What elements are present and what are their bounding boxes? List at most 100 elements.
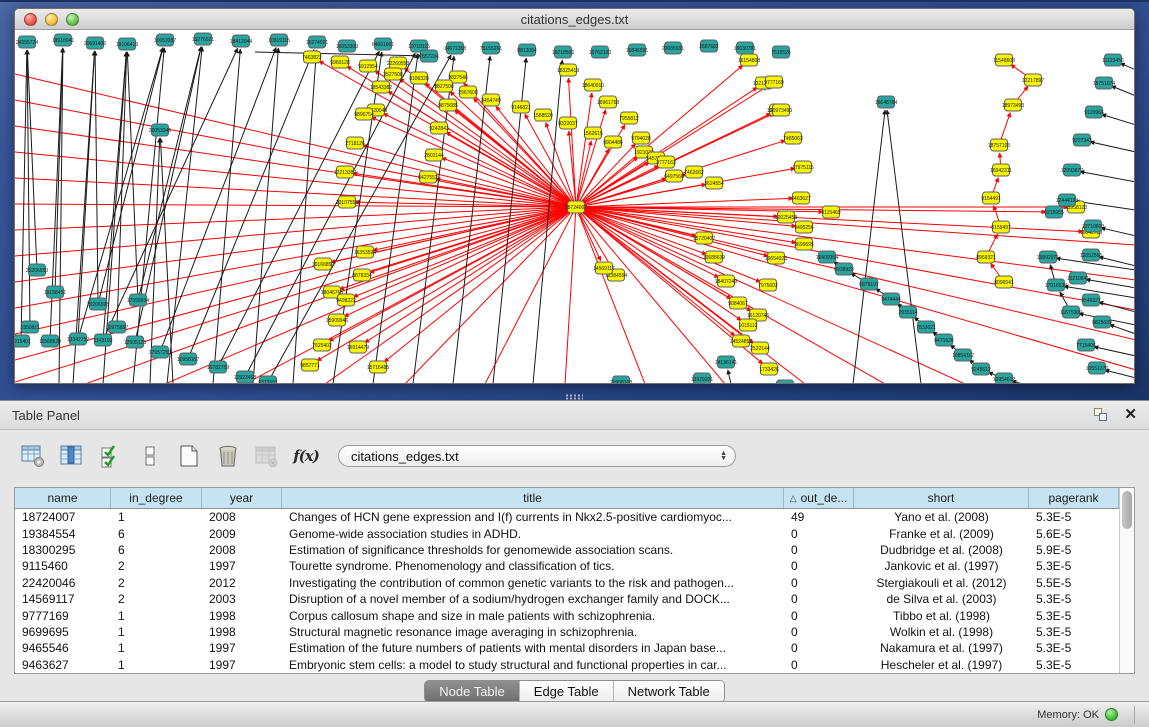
table-cell[interactable]: Disruption of a novel member of a sodium… bbox=[282, 592, 784, 606]
graph-node-teal[interactable]: 16782759 bbox=[207, 361, 229, 373]
graph-node-yellow[interactable]: 18724007 bbox=[565, 201, 587, 213]
graph-node-teal[interactable]: 25206550 bbox=[26, 264, 48, 276]
table-cell[interactable]: Nakamura et al. (1997) bbox=[854, 641, 1029, 655]
column-header-title[interactable]: title bbox=[282, 488, 784, 508]
table-cell[interactable]: de Silva et al. (2003) bbox=[854, 592, 1029, 606]
minimize-button[interactable] bbox=[45, 13, 58, 26]
graph-node-yellow[interactable]: 1588520 bbox=[533, 109, 553, 121]
graph-node-teal[interactable]: 20691406 bbox=[84, 37, 106, 49]
graph-node-teal[interactable]: 7515526 bbox=[771, 46, 791, 58]
table-cell[interactable]: 0 bbox=[784, 625, 854, 639]
table-cell[interactable]: 1998 bbox=[202, 625, 282, 639]
graph-node-teal[interactable]: 20085931 bbox=[662, 42, 684, 54]
delete-column-button[interactable] bbox=[215, 443, 241, 469]
graph-node-teal[interactable]: 12923469 bbox=[774, 380, 796, 384]
graph-node-teal[interactable]: 10958107 bbox=[177, 353, 199, 365]
graph-node-teal[interactable]: 7832621 bbox=[916, 321, 936, 333]
graph-node-teal[interactable]: 10551276 bbox=[1086, 362, 1108, 374]
graph-node-teal[interactable]: 12923468 bbox=[234, 371, 256, 383]
graph-node-teal[interactable]: 16053309 bbox=[336, 40, 358, 52]
graph-node-teal[interactable]: 1350811 bbox=[20, 321, 39, 333]
graph-node-yellow[interactable]: 19166857 bbox=[312, 258, 334, 270]
table-cell[interactable]: Corpus callosum shape and size in male p… bbox=[282, 609, 784, 623]
graph-node-teal[interactable]: 10710663 bbox=[1082, 220, 1104, 232]
graph-node-teal[interactable]: 10854112 bbox=[952, 349, 974, 361]
table-row[interactable]: 1456911722003Disruption of a novel membe… bbox=[15, 591, 1119, 607]
graph-node-teal[interactable]: 6879197 bbox=[859, 278, 879, 290]
zoom-button[interactable] bbox=[66, 13, 79, 26]
graph-node-yellow[interactable]: 18543382 bbox=[370, 81, 392, 93]
graph-node-teal[interactable]: 11675309 bbox=[1060, 306, 1082, 318]
tab-network-table[interactable]: Network Table bbox=[614, 681, 724, 702]
table-cell[interactable]: 14569117 bbox=[15, 592, 111, 606]
graph-node-teal[interactable]: 18412044 bbox=[230, 35, 252, 47]
table-cell[interactable]: 5.3E-5 bbox=[1029, 559, 1119, 573]
graph-node-yellow[interactable]: 2718126 bbox=[345, 137, 365, 149]
graph-node-yellow[interactable]: 16353594 bbox=[354, 246, 376, 258]
graph-node-teal[interactable]: 9474444 bbox=[881, 293, 901, 305]
graph-node-teal[interactable]: 1143193 bbox=[93, 334, 112, 346]
table-cell[interactable]: 5.3E-5 bbox=[1029, 625, 1119, 639]
graph-node-teal[interactable]: 11123456 bbox=[1102, 54, 1124, 66]
table-cell[interactable]: Estimation of significance thresholds fo… bbox=[282, 543, 784, 557]
table-cell[interactable]: Genome-wide association studies in ADHD. bbox=[282, 527, 784, 541]
graph-node-yellow[interactable]: 19654923 bbox=[765, 252, 787, 264]
column-header-out_de[interactable]: △out_de... bbox=[784, 488, 854, 508]
table-cell[interactable]: 1 bbox=[111, 641, 202, 655]
graph-node-teal[interactable]: 8825639 bbox=[1092, 316, 1112, 328]
graph-node-teal[interactable]: 16409354 bbox=[816, 251, 838, 263]
delete-table-button[interactable] bbox=[254, 443, 280, 469]
graph-node-yellow[interactable]: 16961758 bbox=[597, 96, 619, 108]
graph-node-teal[interactable]: 13342757 bbox=[67, 333, 89, 345]
table-cell[interactable]: 2012 bbox=[202, 576, 282, 590]
table-cell[interactable]: 49 bbox=[784, 510, 854, 524]
table-cell[interactable]: 2008 bbox=[202, 510, 282, 524]
graph-node-teal[interactable]: 10919115 bbox=[268, 34, 290, 46]
table-cell[interactable]: 0 bbox=[784, 576, 854, 590]
table-row[interactable]: 911546021997Tourette syndrome. Phenomeno… bbox=[15, 558, 1119, 574]
graph-node-teal[interactable]: 8215955 bbox=[1044, 206, 1064, 218]
graph-node-yellow[interactable]: 16914479 bbox=[347, 341, 369, 353]
graph-node-yellow[interactable]: 8159497 bbox=[991, 221, 1011, 233]
table-cell[interactable]: Estimation of the future numbers of pati… bbox=[282, 641, 784, 655]
graph-node-teal[interactable]: 12444193 bbox=[1056, 194, 1078, 206]
table-cell[interactable]: Tourette syndrome. Phenomenology and cla… bbox=[282, 559, 784, 573]
graph-node-teal[interactable]: 17016534 bbox=[1045, 279, 1067, 291]
table-cell[interactable]: 9115460 bbox=[15, 559, 111, 573]
graph-node-teal[interactable]: 12052566 bbox=[1080, 249, 1102, 261]
graph-node-teal[interactable]: 11568529 bbox=[39, 335, 61, 347]
column-header-pagerank[interactable]: pagerank bbox=[1029, 488, 1119, 508]
graph-node-teal[interactable]: 9227343 bbox=[1072, 134, 1092, 146]
graph-node-yellow[interactable]: 9777169 bbox=[764, 76, 784, 88]
column-header-short[interactable]: short bbox=[854, 488, 1029, 508]
graph-node-yellow[interactable]: 8878334 bbox=[352, 269, 372, 281]
graph-node-yellow[interactable]: 8096541 bbox=[994, 276, 1014, 288]
graph-node-yellow[interactable]: 9146821 bbox=[511, 101, 531, 113]
graph-node-teal[interactable]: 16030781 bbox=[734, 42, 756, 54]
graph-node-teal[interactable]: 15751074 bbox=[1093, 77, 1115, 89]
graph-node-teal[interactable]: 20053346 bbox=[149, 124, 171, 136]
graph-node-teal[interactable]: 14136141 bbox=[715, 356, 737, 368]
network-nodes[interactable]: 1872400774638225960128591295422260558352… bbox=[15, 33, 1124, 384]
graph-node-yellow[interactable]: 7462662 bbox=[684, 166, 704, 178]
tab-node-table[interactable]: Node Table bbox=[425, 681, 520, 702]
table-cell[interactable]: 2008 bbox=[202, 543, 282, 557]
graph-node-teal[interactable]: 2935114 bbox=[898, 306, 917, 318]
graph-node-yellow[interactable]: 9498222 bbox=[336, 294, 356, 306]
graph-node-teal[interactable]: 64661601 bbox=[372, 38, 394, 50]
table-row[interactable]: 977716911998Corpus callosum shape and si… bbox=[15, 607, 1119, 623]
graph-node-teal[interactable]: 16274921 bbox=[306, 36, 328, 48]
graph-node-teal[interactable]: 10975887 bbox=[106, 321, 128, 333]
select-columns-button[interactable] bbox=[98, 443, 124, 469]
graph-node-teal[interactable]: 8471626 bbox=[934, 334, 954, 346]
graph-node-yellow[interactable]: 11548608 bbox=[993, 54, 1015, 66]
graph-node-yellow[interactable]: 7463822 bbox=[302, 51, 322, 63]
table-cell[interactable]: 2 bbox=[111, 592, 202, 606]
table-cell[interactable]: 0 bbox=[784, 609, 854, 623]
table-cell[interactable]: Dudbridge et al. (2008) bbox=[854, 543, 1029, 557]
graph-node-teal[interactable]: 18918641 bbox=[52, 34, 74, 46]
table-cell[interactable]: 18300295 bbox=[15, 543, 111, 557]
graph-node-yellow[interactable]: 8186328 bbox=[409, 72, 429, 84]
graph-node-yellow[interactable]: 7955812 bbox=[619, 112, 639, 124]
graph-node-yellow[interactable]: 3777163 bbox=[656, 156, 676, 168]
